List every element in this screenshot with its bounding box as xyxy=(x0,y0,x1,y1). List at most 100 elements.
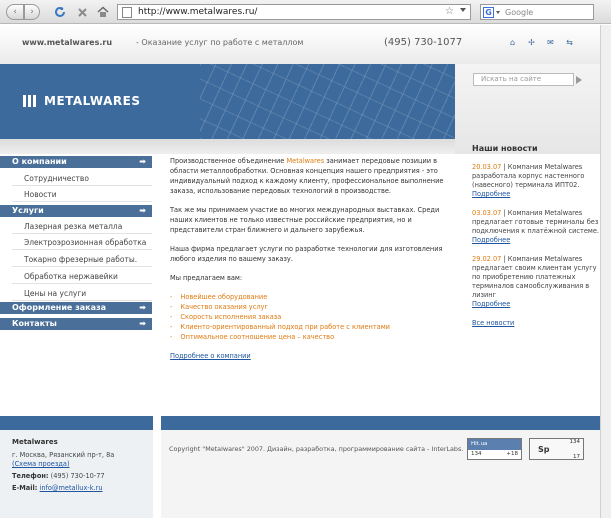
offer-intro: Мы предлагаем вам: xyxy=(170,274,243,282)
reload-button[interactable] xyxy=(52,4,68,20)
bookmark-star-icon[interactable]: ☆ xyxy=(445,6,454,17)
sidebar-section-label: Услуги xyxy=(12,206,44,215)
all-news-link[interactable]: Все новости xyxy=(472,319,514,327)
brand-highlight: Metalwares xyxy=(286,157,325,165)
sidebar-item-prices[interactable]: Цены на услуги xyxy=(12,286,152,301)
address-text: http://www.metalwares.ru/ xyxy=(138,7,258,17)
list-item: Скорость исполнения заказа xyxy=(170,312,454,322)
forward-arrow-icon: › xyxy=(30,7,34,17)
list-item: Клиенто-ориентированный подход при работ… xyxy=(170,322,454,332)
counter-top: Hit.ua xyxy=(468,439,521,450)
spylog-counter-badge[interactable]: 134 Sp 17 xyxy=(529,438,584,460)
sidebar-section-contacts[interactable]: Контакты ➡ xyxy=(0,318,152,330)
back-arrow-icon: ‹ xyxy=(13,7,17,17)
sidebar-item-stainless[interactable]: Обработка нержавейки xyxy=(12,269,152,284)
address-dropdown-icon[interactable] xyxy=(460,8,466,12)
sidebar-section-label: Контакты xyxy=(12,319,57,328)
sidebar-item-laser-cutting[interactable]: Лазерная резка металла xyxy=(12,219,152,234)
stop-icon xyxy=(77,7,87,17)
list-item: Оптимальное соотношение цена – качество xyxy=(170,332,454,342)
logo-text: METALWARES xyxy=(44,94,141,108)
arrow-right-icon: ➡ xyxy=(139,206,146,215)
sidebar-section-label: О компании xyxy=(12,157,67,166)
counter-value-right: +18 xyxy=(506,451,518,457)
browser-search-placeholder: Google xyxy=(505,7,534,17)
browser-toolbar: ‹ › http://www.metalwares.ru/ ☆ G Google xyxy=(0,0,611,24)
sidebar-item-milling[interactable]: Токарно фрезерные работы. xyxy=(12,252,152,267)
footer-email-label: E-Mail: xyxy=(12,484,38,492)
news-panel: Наши новости 20.03.07 | Компания Metalwa… xyxy=(472,144,600,328)
vertical-scrollbar[interactable] xyxy=(600,25,611,518)
banner-underline xyxy=(0,139,455,154)
site-header: www.metalwares.ru - Оказание услуг по ра… xyxy=(0,25,600,64)
header-icons: ⌂ ✢ ✉ ⇆ xyxy=(508,38,574,47)
news-more-link[interactable]: Подробнее xyxy=(472,236,510,244)
reload-icon xyxy=(55,6,65,17)
news-item: 29.02.07 | Компания Metalwares предлагае… xyxy=(472,255,597,308)
sidebar-section-services[interactable]: Услуги ➡ xyxy=(0,205,152,217)
back-button[interactable]: ‹ xyxy=(6,4,24,20)
news-more-link[interactable]: Подробнее xyxy=(472,300,510,308)
news-title: Наши новости xyxy=(472,144,538,153)
arrow-right-icon: ➡ xyxy=(139,303,146,312)
exhibitions-paragraph: Так же мы принимаем участие во многих ме… xyxy=(170,206,440,234)
news-date: 20.03.07 xyxy=(472,163,502,171)
arrow-right-icon: ➡ xyxy=(139,319,146,328)
list-item: Новейшее оборудование xyxy=(170,292,454,302)
counter2-mid: Sp xyxy=(538,445,550,454)
stop-button[interactable] xyxy=(74,4,90,20)
site-tagline: - Оказание услуг по работе с металлом xyxy=(136,38,304,47)
hero-banner: METALWARES xyxy=(0,64,455,139)
forward-button[interactable]: › xyxy=(24,4,40,20)
list-item: Качество оказания услуг xyxy=(170,302,454,312)
home-button[interactable] xyxy=(95,4,111,20)
header-phone: (495) 730-1077 xyxy=(384,37,463,48)
news-item: 03.03.07 | Компания Metalwares предлагае… xyxy=(472,209,600,244)
news-date: 03.03.07 xyxy=(472,209,502,217)
arrow-right-icon: ➡ xyxy=(139,157,146,166)
counter2-bottom: 17 xyxy=(573,454,580,460)
footer-company: Metalwares xyxy=(12,438,58,446)
page-icon xyxy=(122,7,132,18)
site-url: www.metalwares.ru xyxy=(22,38,113,47)
hit-counter-badge[interactable]: Hit.ua 134 +18 xyxy=(467,438,522,460)
site-logo[interactable]: METALWARES xyxy=(23,94,140,108)
footer-contacts: Metalwares г. Москва, Рязанский пр-т, 8а… xyxy=(0,430,153,518)
footer-bar-gap xyxy=(153,416,161,430)
search-engine-dropdown-icon[interactable] xyxy=(496,11,500,14)
counter-value-left: 134 xyxy=(471,451,482,457)
home-icon xyxy=(97,6,109,17)
sidebar-section-about[interactable]: О компании ➡ xyxy=(0,156,152,168)
copyright-text: Copyright "Metalwares" 2007. Дизайн, раз… xyxy=(169,445,464,453)
logo-mark-icon xyxy=(23,95,40,107)
sitemap-icon[interactable]: ✢ xyxy=(527,38,536,47)
main-content: Производственное объединение Metalwares … xyxy=(170,156,454,361)
address-bar[interactable]: http://www.metalwares.ru/ ☆ xyxy=(117,4,471,20)
sidebar-item-news[interactable]: Новости xyxy=(12,187,152,202)
site-search-input[interactable]: Искать на сайте xyxy=(473,73,574,86)
footer-bar xyxy=(0,416,600,430)
services-paragraph: Наша фирма предлагает услуги по разработ… xyxy=(170,245,443,263)
search-engine-icon[interactable]: G xyxy=(483,7,494,18)
intro-paragraph: Производственное объединение Metalwares … xyxy=(170,156,454,196)
sidebar-section-label: Оформление заказа xyxy=(12,303,107,312)
sidebar-item-cooperation[interactable]: Сотрудничество xyxy=(12,171,152,186)
footer-email-link[interactable]: info@metallux-k.ru xyxy=(40,484,103,492)
banner-pattern xyxy=(200,64,455,139)
intro-text: Производственное объединение xyxy=(170,157,287,165)
home-icon[interactable]: ⌂ xyxy=(508,38,517,47)
offer-list: Новейшее оборудование Качество оказания … xyxy=(170,292,454,342)
map-link[interactable]: (Схема проезда) xyxy=(12,460,70,468)
news-more-link[interactable]: Подробнее xyxy=(472,190,510,198)
footer-phone-label: Телефон: xyxy=(12,472,49,480)
news-date: 29.02.07 xyxy=(472,255,502,263)
sidebar-section-order[interactable]: Оформление заказа ➡ xyxy=(0,302,152,314)
sidebar-item-edm[interactable]: Электроэрозионная обработка xyxy=(12,235,152,250)
footer-phone: (495) 730-10-77 xyxy=(50,472,105,480)
about-more-link[interactable]: Подробнее о компании xyxy=(170,352,251,360)
mail-icon[interactable]: ✉ xyxy=(546,38,555,47)
footer-copyright-area: Copyright "Metalwares" 2007. Дизайн, раз… xyxy=(161,430,600,518)
site-search-submit-icon[interactable] xyxy=(576,76,582,84)
print-icon[interactable]: ⇆ xyxy=(565,38,574,47)
browser-search-input[interactable]: G Google xyxy=(480,4,594,20)
